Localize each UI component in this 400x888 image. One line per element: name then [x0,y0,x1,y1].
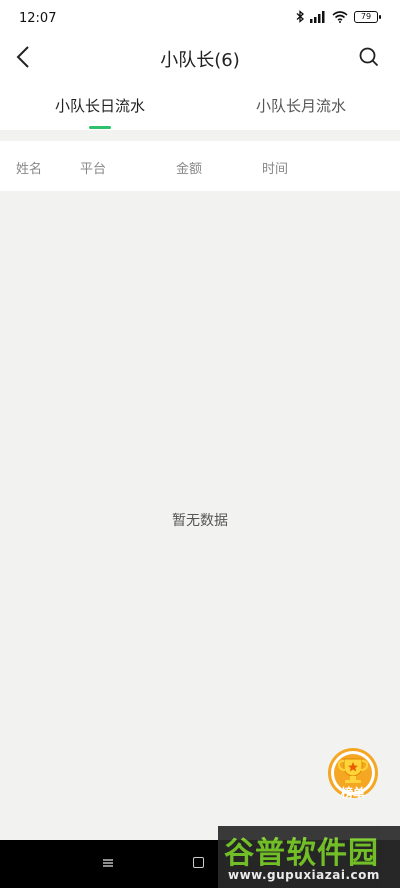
active-tab-indicator [89,126,111,129]
column-header-name: 姓名 [16,162,43,177]
watermark: 谷普软件园 www.gupuxiazai.com [218,826,400,888]
empty-state-text: 暂无数据 [172,513,228,529]
tab-monthly-flow[interactable]: 小队长月流水 [256,95,346,116]
column-header-amount: 金额 [176,162,203,177]
signal-icon [310,10,325,23]
page-title: 小队长(6) [160,50,240,71]
status-icons: 79 [296,10,381,23]
status-bar: 12:07 79 [0,0,400,36]
wifi-icon [332,10,348,23]
ranking-label: 榜单 [340,786,365,800]
watermark-logo-text: 谷普软件园 [224,836,379,871]
search-icon [359,47,379,67]
bluetooth-icon [296,10,304,23]
status-time: 12:07 [19,11,57,26]
menu-icon[interactable] [101,856,115,870]
watermark-url: www.gupuxiazai.com [228,868,380,882]
battery-icon: 79 [354,10,381,23]
home-icon[interactable] [193,857,204,868]
tab-bar: 小队长日流水 小队长月流水 [0,78,400,130]
tab-daily-flow[interactable]: 小队长日流水 [55,95,145,116]
app-header: 小队长(6) [0,36,400,78]
column-header-platform: 平台 [80,162,107,177]
column-header-time: 时间 [262,162,289,177]
table-header: 姓名 平台 金额 时间 [0,141,400,191]
search-button[interactable] [354,42,384,72]
ranking-button[interactable]: 榜单 [327,746,379,800]
